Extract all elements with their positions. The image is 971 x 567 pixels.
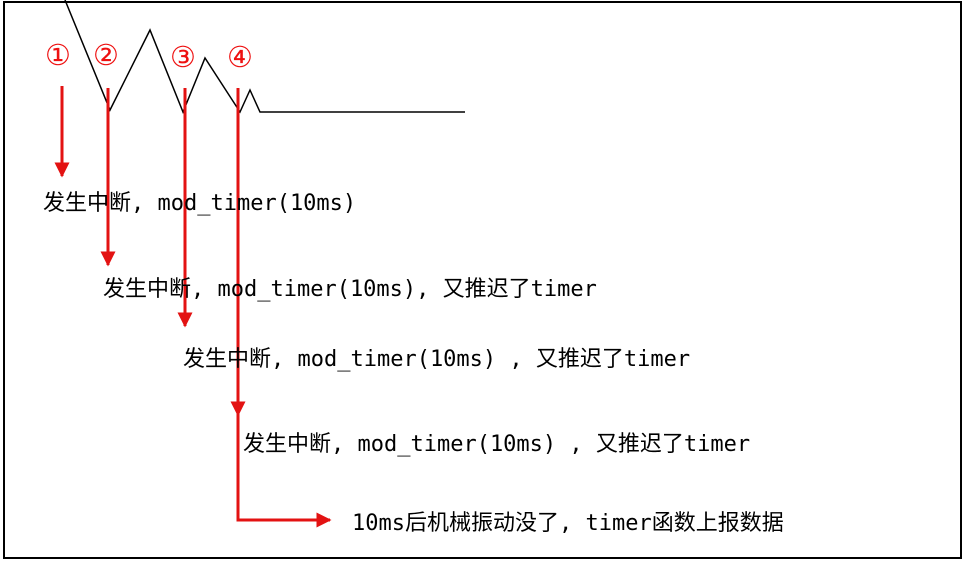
marker-4: ④	[227, 40, 253, 74]
annotation-line-2: 发生中断, mod_timer(10ms), 又推迟了timer	[103, 277, 597, 302]
annotation-line-3: 发生中断, mod_timer(10ms) , 又推迟了timer	[183, 347, 691, 372]
annotation-line-5: 10ms后机械振动没了, timer函数上报数据	[352, 511, 784, 536]
arrow-final	[236, 412, 332, 528]
marker-3: ③	[170, 40, 196, 74]
diagram-frame: ① ② ③ ④ 发生中断, mod_timer(10ms) 发生中断, mod_…	[0, 0, 971, 567]
marker-2: ②	[93, 38, 119, 72]
annotation-line-4: 发生中断, mod_timer(10ms) , 又推迟了timer	[243, 432, 751, 457]
annotation-line-1: 发生中断, mod_timer(10ms)	[43, 191, 357, 216]
bounce-waveform	[64, 0, 465, 114]
marker-1: ①	[45, 38, 71, 72]
